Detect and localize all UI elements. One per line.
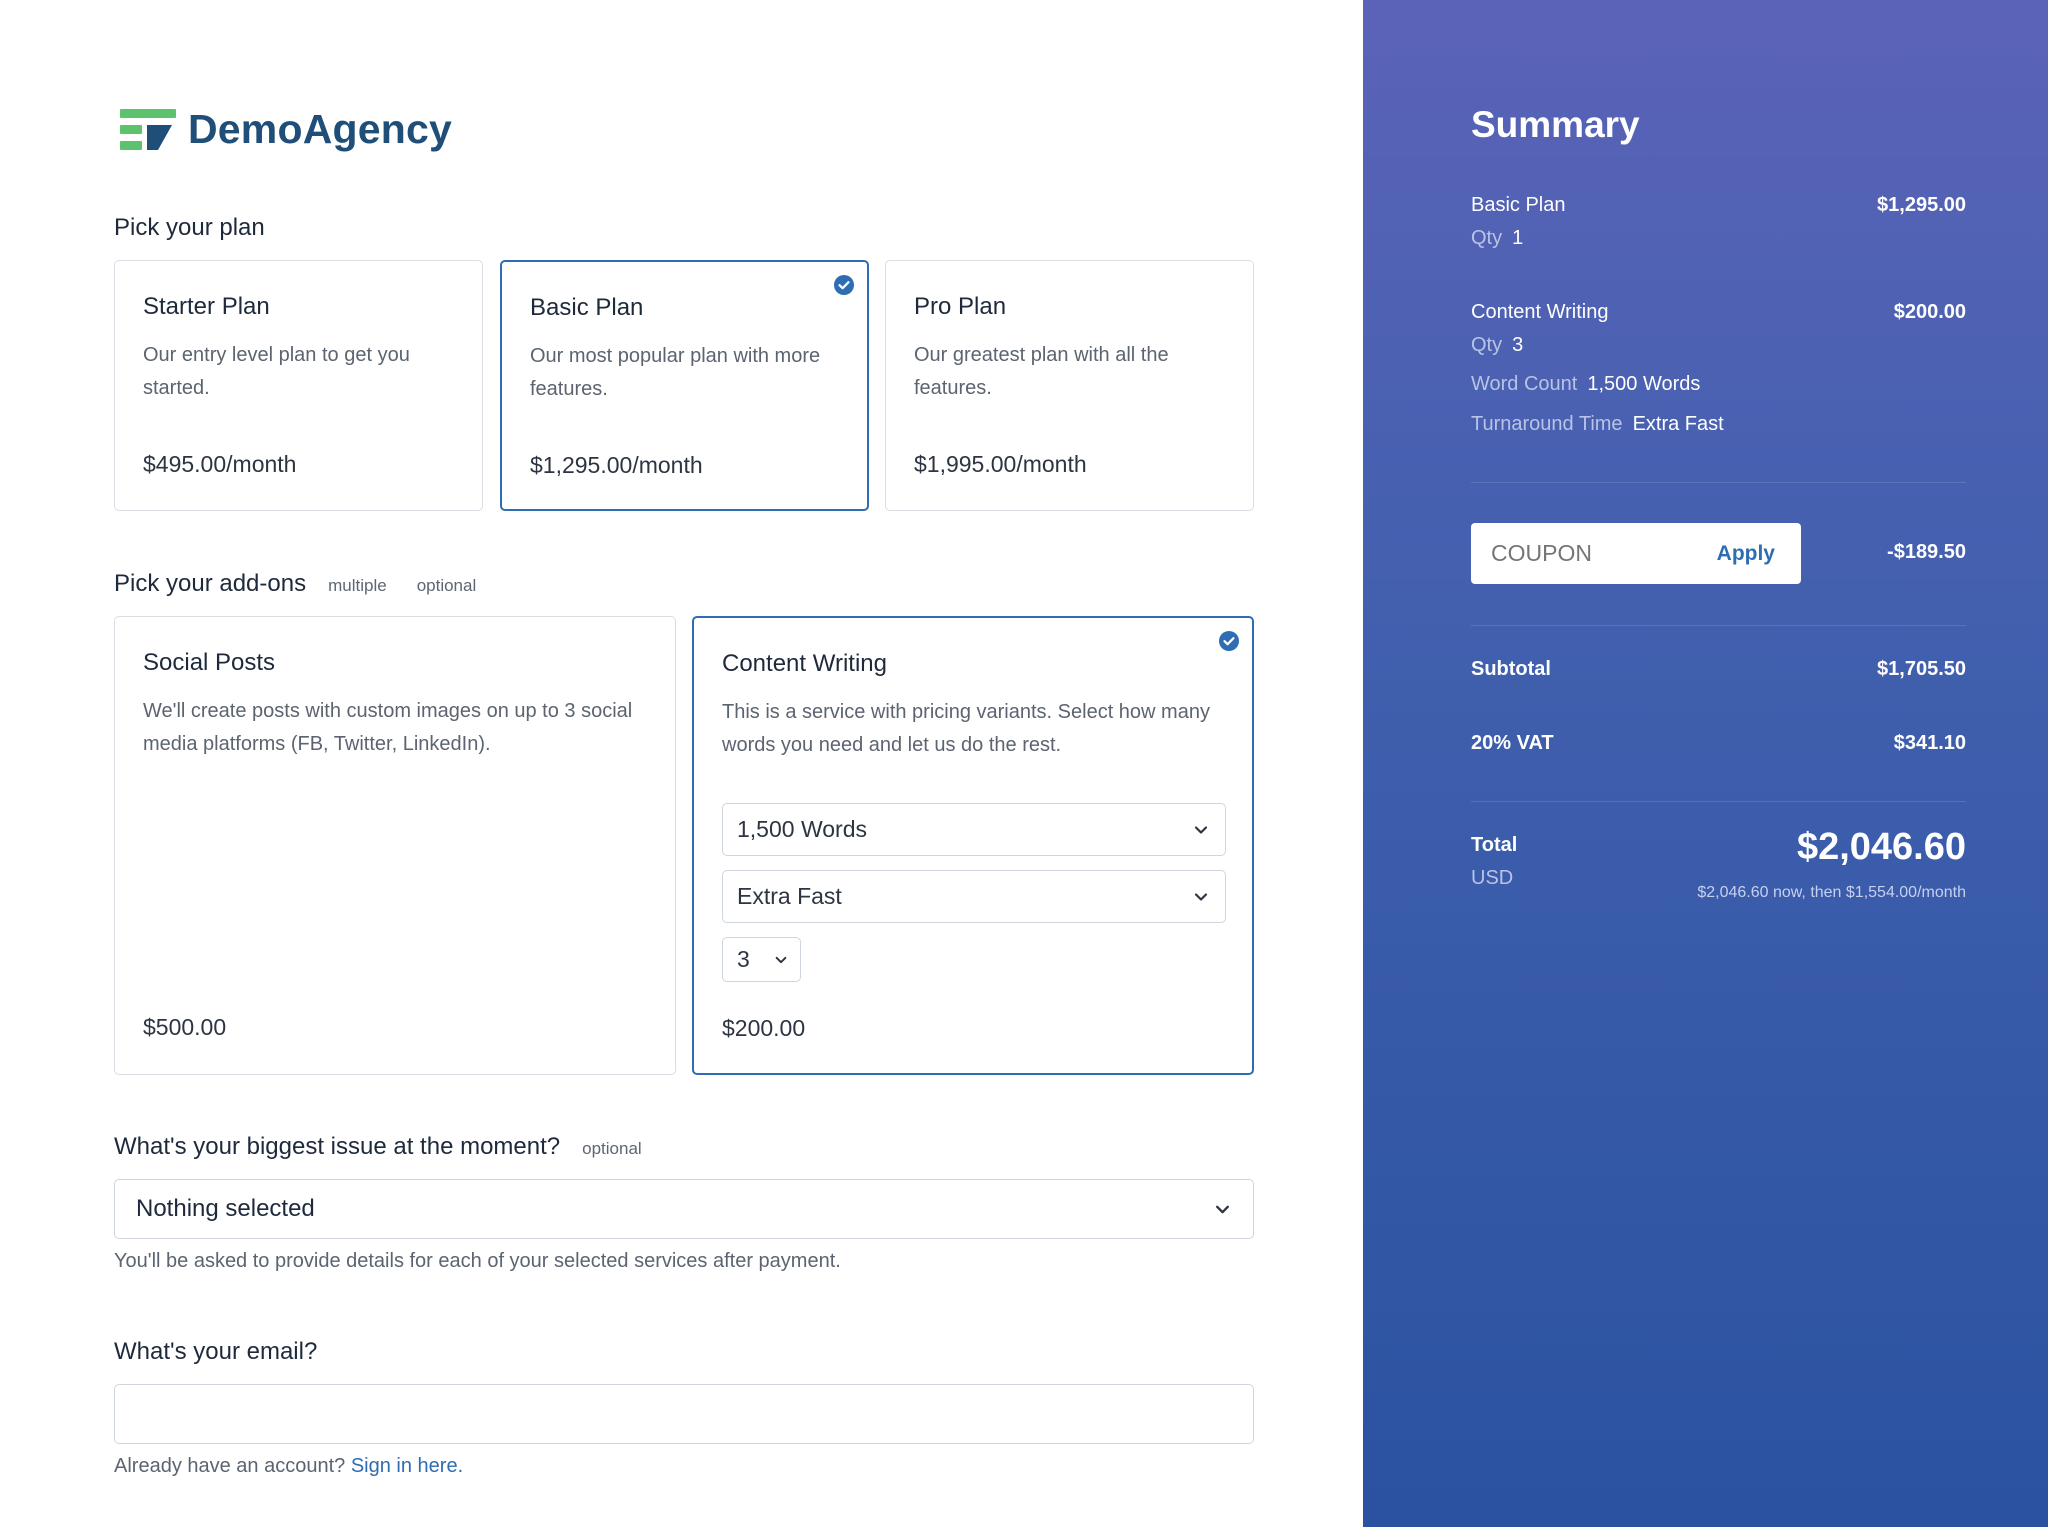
summary-divider: [1471, 625, 1966, 626]
addons-section-title: Pick your add-ons multiple optional: [114, 570, 477, 597]
issue-section-title: What's your biggest issue at the moment?…: [114, 1133, 642, 1160]
plan-description: Our greatest plan with all the features.: [914, 344, 1169, 399]
summary-item-name: Basic Plan: [1471, 194, 1566, 216]
plan-title: Pro Plan: [914, 293, 1007, 320]
summary-title: Summary: [1471, 104, 1640, 145]
coupon-apply-button[interactable]: Apply: [1717, 542, 1775, 566]
summary-item-qty: Qty 3: [1471, 334, 1524, 356]
issue-select[interactable]: Nothing selected: [114, 1179, 1254, 1239]
summary-item-basic-plan: Basic Plan $1,295.00: [1471, 194, 1966, 217]
issue-helper-text: You'll be asked to provide details for e…: [114, 1250, 841, 1272]
addon-price: $500.00: [143, 1014, 227, 1040]
summary-item-content-writing: Content Writing $200.00: [1471, 301, 1966, 324]
sign-in-prefix: Already have an account?: [114, 1455, 346, 1477]
total-currency: USD: [1471, 867, 1514, 889]
multiple-tag: multiple: [328, 576, 387, 595]
logo-icon: [120, 108, 176, 150]
email-section-title: What's your email?: [114, 1338, 318, 1365]
turnaround-select[interactable]: Extra Fast: [722, 870, 1226, 923]
chevron-down-icon: [775, 956, 787, 963]
addon-title: Content Writing: [722, 650, 887, 677]
plan-title: Starter Plan: [143, 293, 270, 320]
plan-price: $495.00/month: [143, 451, 297, 477]
vat-row: 20% VAT $341.10: [1471, 732, 1966, 755]
subtotal-label: Subtotal: [1471, 658, 1551, 680]
addon-title: Social Posts: [143, 649, 276, 676]
addon-price: $200.00: [722, 1015, 806, 1041]
chevron-down-icon: [1194, 825, 1208, 834]
chevron-down-icon: [1216, 1205, 1229, 1213]
word-count-value: 1,500 Words: [737, 816, 867, 842]
quantity-select[interactable]: 3: [722, 937, 801, 982]
subtotal-row: Subtotal $1,705.50: [1471, 658, 1966, 681]
total-label: Total: [1471, 834, 1518, 856]
summary-item-word-count: Word Count 1,500 Words: [1471, 373, 1701, 395]
plan-description: Our most popular plan with more features…: [530, 345, 821, 400]
addon-card-content-writing[interactable]: Content Writing This is a service with p…: [692, 616, 1254, 1075]
vat-label: 20% VAT: [1471, 732, 1554, 754]
total-amount: $2,046.60: [1796, 826, 1966, 868]
plan-title: Basic Plan: [530, 294, 644, 321]
sign-in-helper: Already have an account? Sign in here.: [114, 1455, 463, 1478]
total-note: $2,046.60 now, then $1,554.00/month: [1697, 884, 1966, 901]
coupon-discount: -$189.50: [1887, 541, 1966, 563]
summary-divider: [1471, 801, 1966, 802]
word-count-select[interactable]: 1,500 Words: [722, 803, 1226, 856]
quantity-value: 3: [737, 946, 750, 972]
checkout-form: DemoAgency Pick your plan Starter Plan O…: [0, 0, 1363, 1527]
vat-value: $341.10: [1893, 732, 1966, 754]
plan-price: $1,995.00/month: [914, 451, 1087, 477]
subtotal-value: $1,705.50: [1877, 658, 1966, 680]
addon-description: We'll create posts with custom images on…: [143, 700, 633, 755]
summary-panel: Summary Basic Plan $1,295.00 Qty 1 Conten…: [1363, 0, 2048, 1527]
check-circle-icon: [834, 275, 854, 295]
sign-in-link[interactable]: Sign in here.: [351, 1455, 463, 1477]
addon-description: This is a service with pricing variants.…: [722, 701, 1210, 756]
plan-card-starter[interactable]: Starter Plan Our entry level plan to get…: [114, 260, 483, 511]
summary-item-amount: $200.00: [1893, 301, 1966, 323]
coupon-input[interactable]: [1491, 540, 1671, 567]
addon-card-social-posts[interactable]: Social Posts We'll create posts with cus…: [114, 616, 676, 1075]
brand-logo[interactable]: DemoAgency: [120, 106, 452, 153]
summary-item-turnaround: Turnaround Time Extra Fast: [1471, 413, 1724, 435]
check-circle-icon: [1219, 631, 1239, 651]
summary-item-qty: Qty 1: [1471, 227, 1524, 249]
summary-item-amount: $1,295.00: [1877, 194, 1966, 216]
plan-description: Our entry level plan to get you started.: [143, 344, 410, 399]
optional-tag: optional: [416, 576, 477, 595]
email-input[interactable]: [114, 1384, 1254, 1444]
plan-card-pro[interactable]: Pro Plan Our greatest plan with all the …: [885, 260, 1254, 511]
turnaround-value: Extra Fast: [737, 883, 842, 909]
summary-divider: [1471, 482, 1966, 483]
brand-name: DemoAgency: [188, 106, 453, 152]
plans-section-title: Pick your plan: [114, 214, 265, 241]
summary-item-name: Content Writing: [1471, 301, 1609, 323]
plan-price: $1,295.00/month: [530, 452, 703, 478]
chevron-down-icon: [1194, 892, 1208, 901]
optional-tag: optional: [582, 1139, 642, 1158]
plan-card-basic[interactable]: Basic Plan Our most popular plan with mo…: [500, 260, 869, 511]
coupon-box: Apply: [1471, 523, 1801, 584]
issue-select-value: Nothing selected: [136, 1195, 315, 1222]
